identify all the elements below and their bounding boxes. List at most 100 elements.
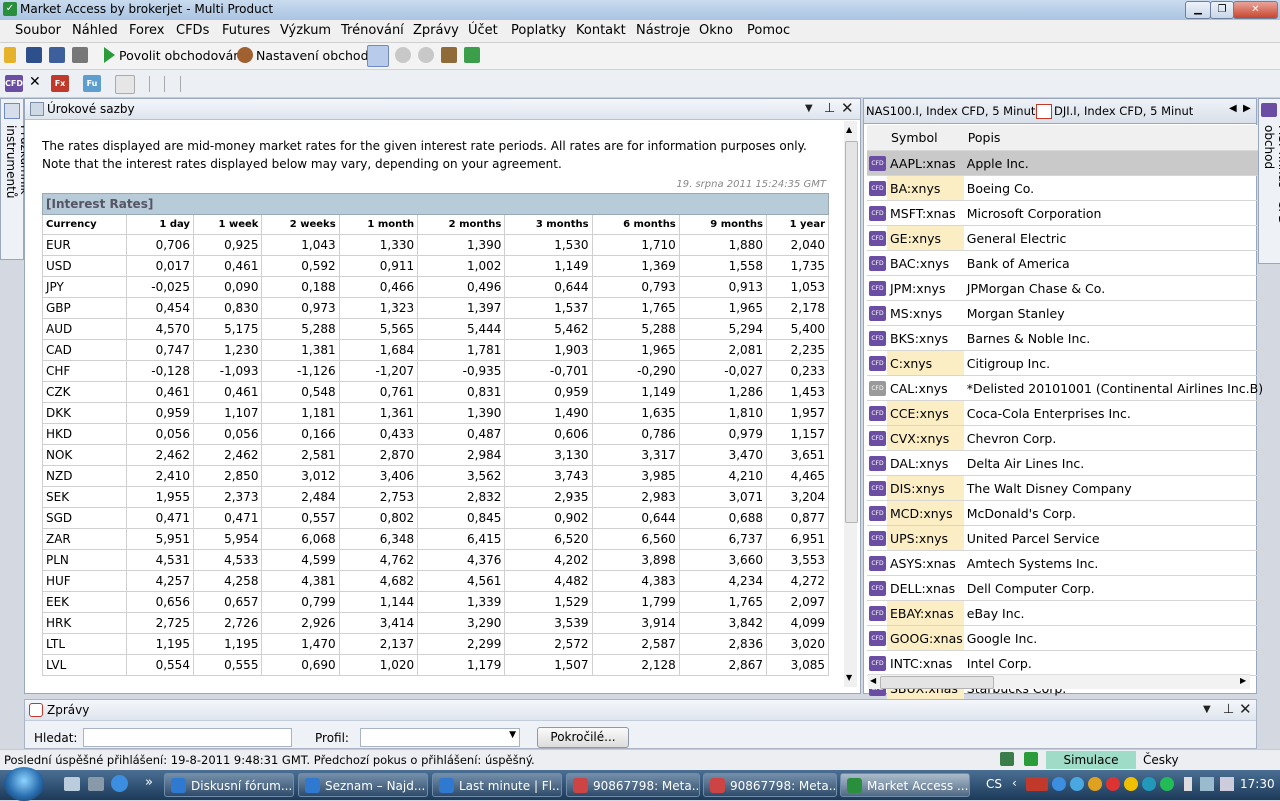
maximize-button[interactable]: ❐: [1210, 1, 1234, 19]
taskbar-item[interactable]: Last minute | Fl...: [432, 773, 562, 797]
symbol-row[interactable]: CFD INTC:xnas Intel Corp.: [867, 650, 1265, 676]
symbol-row[interactable]: CFD BA:xnys Boeing Co.: [867, 175, 1265, 201]
symbol-row[interactable]: CFD CCE:xnys Coca-Cola Enterprises Inc.: [867, 400, 1265, 426]
symbol-row[interactable]: CFD GE:xnys General Electric: [867, 225, 1265, 251]
tab-scroll-left-icon[interactable]: ◀: [1229, 103, 1237, 114]
volume-icon[interactable]: [1220, 777, 1234, 791]
symbol-row[interactable]: CFD GOOG:xnas Google Inc.: [867, 625, 1265, 651]
horizontal-scrollbar[interactable]: ◀ ▶: [868, 674, 1250, 689]
menu-file[interactable]: Soubor: [15, 23, 61, 38]
menu-help[interactable]: Pomoc: [747, 23, 790, 38]
open-folder-icon[interactable]: [4, 47, 16, 63]
taskbar-item[interactable]: Seznam – Najd...: [298, 773, 428, 797]
menu-contact[interactable]: Kontakt: [576, 23, 626, 38]
search-input[interactable]: [83, 728, 292, 747]
battery-icon[interactable]: [1184, 777, 1192, 791]
input-language[interactable]: CS: [986, 777, 1002, 791]
dropdown-icon[interactable]: ▼: [805, 103, 813, 114]
advanced-button[interactable]: Pokročilé...: [537, 727, 629, 748]
taskbar-item[interactable]: 90867798: Meta...: [566, 773, 700, 797]
network-icon[interactable]: [1200, 777, 1214, 791]
save-icon[interactable]: [26, 47, 42, 63]
play-icon[interactable]: [104, 47, 115, 63]
back-icon[interactable]: [395, 47, 411, 63]
scroll-left-icon[interactable]: ◀: [870, 676, 876, 685]
symbol-row[interactable]: CFD DIS:xnys The Walt Disney Company: [867, 475, 1265, 501]
vertical-scrollbar[interactable]: ▲ ▼: [844, 121, 858, 687]
menu-training[interactable]: Trénování: [341, 23, 404, 38]
tray-icon[interactable]: [1052, 777, 1066, 791]
menu-research[interactable]: Výzkum: [280, 23, 331, 38]
news-tab-icon[interactable]: [115, 75, 135, 94]
close-tab-icon[interactable]: ✕: [29, 74, 41, 90]
symbol-row[interactable]: CFD CVX:xnys Chevron Corp.: [867, 425, 1265, 451]
ie-icon[interactable]: [111, 775, 128, 792]
menu-account[interactable]: Účet: [468, 23, 498, 38]
pin-icon[interactable]: ⊥: [824, 101, 835, 116]
scroll-thumb[interactable]: [880, 676, 994, 689]
simulation-mode-badge[interactable]: Simulace: [1046, 751, 1136, 769]
symbol-column-header[interactable]: Symbol: [887, 125, 964, 151]
cfd-trade-tab[interactable]: MSFT:xnas - CFD obchod: [1258, 98, 1280, 264]
layout-toggle-icon[interactable]: [367, 45, 389, 67]
dropdown-icon[interactable]: ▼: [1203, 704, 1211, 715]
menu-futures[interactable]: Futures: [222, 23, 270, 38]
symbol-row[interactable]: CFD UPS:xnys United Parcel Service: [867, 525, 1265, 551]
pin-icon[interactable]: ⊥: [1223, 702, 1234, 717]
symbol-row[interactable]: CFD C:xnys Citigroup Inc.: [867, 350, 1265, 376]
tray-icon[interactable]: [1142, 777, 1156, 791]
taskbar-item[interactable]: 90867798: Meta...: [703, 773, 837, 797]
profile-select[interactable]: ▼: [360, 728, 520, 747]
minimize-button[interactable]: ▁: [1185, 1, 1211, 19]
symbol-row[interactable]: CFD AAPL:xnas Apple Inc.: [867, 150, 1265, 176]
tray-icon[interactable]: [1160, 777, 1174, 791]
symbol-row[interactable]: CFD MCD:xnys McDonald's Corp.: [867, 500, 1265, 526]
tab-dji[interactable]: DJI.I, Index CFD, 5 Minut: [1054, 104, 1193, 118]
symbol-row[interactable]: CFD BAC:xnys Bank of America: [867, 250, 1265, 276]
cfd-tab-icon[interactable]: CFD: [5, 75, 23, 92]
symbol-row[interactable]: CFD ASYS:xnas Amtech Systems Inc.: [867, 550, 1265, 576]
language-selector[interactable]: Česky: [1143, 753, 1179, 767]
close-panel-icon[interactable]: ✕: [841, 99, 854, 117]
close-button[interactable]: ✕: [1233, 1, 1278, 19]
menu-news[interactable]: Zprávy: [413, 23, 459, 38]
menu-cfds[interactable]: CFDs: [176, 23, 209, 38]
switch-windows-icon[interactable]: [88, 777, 104, 791]
menu-tools[interactable]: Nástroje: [636, 23, 690, 38]
tab-scroll-right-icon[interactable]: ▶: [1243, 103, 1251, 114]
menu-window[interactable]: Okno: [699, 23, 733, 38]
tray-icon[interactable]: [1088, 777, 1102, 791]
tray-icon[interactable]: [1124, 777, 1138, 791]
menu-fees[interactable]: Poplatky: [511, 23, 566, 38]
enable-trading-button[interactable]: Povolit obchodování: [119, 48, 245, 63]
symbol-row[interactable]: CFD JPM:xnys JPMorgan Chase & Co.: [867, 275, 1265, 301]
save-as-icon[interactable]: [49, 47, 65, 63]
scroll-thumb[interactable]: [845, 141, 858, 523]
show-desktop-icon[interactable]: [64, 777, 80, 791]
trade-settings-button[interactable]: Nastavení obchodů: [256, 48, 376, 63]
scroll-up-icon[interactable]: ▲: [846, 125, 852, 134]
symbol-row[interactable]: CFD DAL:xnys Delta Air Lines Inc.: [867, 450, 1265, 476]
settings-icon[interactable]: [237, 47, 253, 63]
home-icon[interactable]: [441, 47, 457, 63]
scroll-down-icon[interactable]: ▼: [846, 673, 852, 682]
menu-view[interactable]: Náhled: [72, 23, 118, 38]
forex-tab-icon[interactable]: Fx: [51, 75, 69, 92]
scroll-right-icon[interactable]: ▶: [1240, 676, 1246, 685]
description-column-header[interactable]: Popis: [963, 125, 1265, 151]
symbol-row[interactable]: CFD BKS:xnys Barnes & Noble Inc.: [867, 325, 1265, 351]
symbol-row[interactable]: CFD EBAY:xnas eBay Inc.: [867, 600, 1265, 626]
symbol-row[interactable]: CFD CAL:xnys *Delisted 20101001 (Continent…: [867, 375, 1265, 401]
forward-icon[interactable]: [418, 47, 434, 63]
clock[interactable]: 17:30: [1240, 777, 1275, 791]
tab-nas100[interactable]: NAS100.I, Index CFD, 5 Minut: [866, 104, 1035, 118]
tray-icon[interactable]: [1070, 777, 1084, 791]
start-button[interactable]: [4, 767, 44, 801]
tray-icon[interactable]: [1106, 777, 1120, 791]
menu-forex[interactable]: Forex: [129, 23, 165, 38]
refresh-icon[interactable]: [464, 47, 480, 63]
symbol-row[interactable]: CFD DELL:xnas Dell Computer Corp.: [867, 575, 1265, 601]
chevron-right-icon[interactable]: »: [145, 775, 153, 790]
instrument-explorer-tab[interactable]: Průzkumník instrumentů: [0, 98, 32, 260]
print-icon[interactable]: [72, 47, 88, 63]
